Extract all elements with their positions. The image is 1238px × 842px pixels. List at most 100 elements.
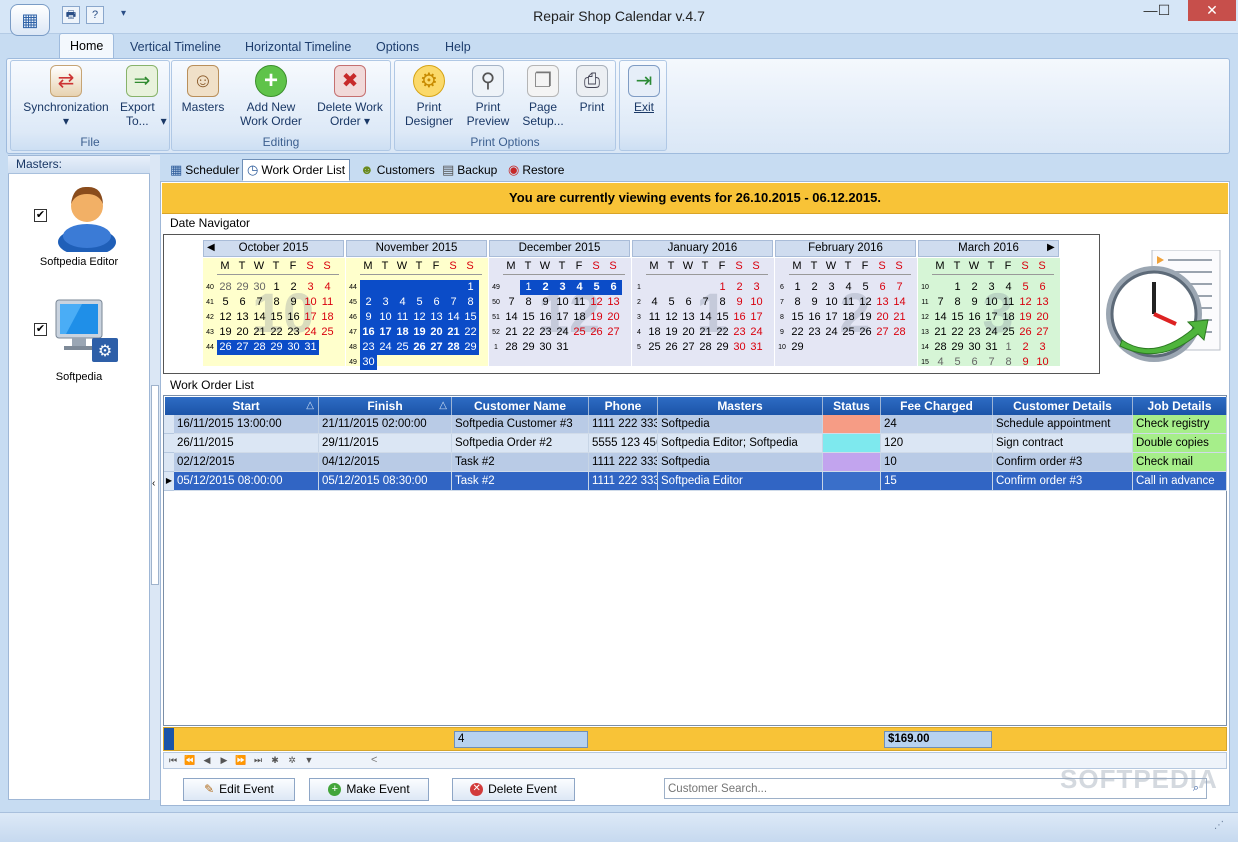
calendar-day[interactable] [411,280,428,295]
calendar-day[interactable]: 27 [605,325,622,340]
calendar-day[interactable]: 2 [1017,340,1034,355]
calendar-day[interactable]: 29 [714,340,731,355]
calendar-day[interactable]: 4 [319,280,336,295]
cell-masters[interactable]: Softpedia Editor [658,472,823,490]
calendar-day[interactable]: 3 [377,295,394,310]
calendar-day[interactable]: 11 [319,295,336,310]
calendar-day[interactable]: 31 [748,340,765,355]
cell-phone[interactable]: 1111 222 333 [589,472,658,490]
cell-job[interactable]: Check registry [1133,415,1227,433]
calendar-day[interactable]: 3 [823,280,840,295]
week-number[interactable]: 1 [489,340,503,355]
calendar-day[interactable] [428,280,445,295]
add-work-order-button[interactable]: + Add New Work Order [234,65,308,128]
calendar-day[interactable]: 8 [714,295,731,310]
calendar-day[interactable]: 30 [251,280,268,295]
cell-fee[interactable]: 10 [881,453,993,471]
calendar-day[interactable]: 5 [217,295,234,310]
table-row[interactable]: 02/12/2015 04/12/2015 Task #2 1111 222 333 S… [174,453,1227,472]
calendar-day[interactable]: 6 [1034,280,1051,295]
calendar-day[interactable]: 15 [714,310,731,325]
calendar-day[interactable]: 4 [646,295,663,310]
calendar-day[interactable]: 1 [268,280,285,295]
cell-job[interactable]: Check mail [1133,453,1227,471]
calendar-day[interactable]: 14 [891,295,908,310]
cell-cust-details[interactable]: Confirm order #3 [993,453,1133,471]
week-number[interactable]: 49 [489,280,503,295]
quick-print-icon[interactable]: 🖶 [62,6,80,24]
calendar-day[interactable]: 3 [748,280,765,295]
column-header-cust-details[interactable]: Customer Details [993,397,1133,415]
cell-masters[interactable]: Softpedia [658,453,823,471]
calendar-day[interactable]: 15 [268,310,285,325]
calendar-day[interactable]: 18 [394,325,411,340]
calendar-day[interactable]: 15 [520,310,537,325]
calendar-day[interactable]: 1 [462,280,479,295]
calendar-day[interactable]: 25 [646,340,663,355]
calendar-day[interactable]: 21 [697,325,714,340]
calendar-day[interactable]: 18 [646,325,663,340]
masters-button[interactable]: ☺ Masters [176,65,230,114]
calendar-day[interactable]: 28 [445,340,462,355]
calendar-day[interactable]: 19 [857,310,874,325]
calendar-day[interactable]: 16 [731,310,748,325]
status-color-cell[interactable] [823,415,881,433]
calendar-day[interactable]: 21 [891,310,908,325]
delete-work-order-button[interactable]: ✖ Delete Work Order ▾ [312,65,388,128]
calendar-day[interactable]: 13 [605,295,622,310]
calendar-day[interactable]: 8 [1000,355,1017,370]
cell-job[interactable]: Double copies [1133,434,1227,452]
export-button[interactable]: ⇒ Export To... ▾ [117,65,167,128]
calendar-day[interactable]: 11 [840,295,857,310]
calendar-day[interactable]: 3 [302,280,319,295]
calendar-day[interactable] [394,280,411,295]
quick-help-icon[interactable]: ? [86,6,104,24]
row-selector[interactable]: ▶ [164,472,174,491]
calendar-day[interactable]: 27 [680,340,697,355]
calendar-day[interactable]: 30 [966,340,983,355]
week-number[interactable]: 8 [775,310,789,325]
calendar-day[interactable]: 19 [1017,310,1034,325]
calendar-day[interactable]: 4 [394,295,411,310]
calendar-day[interactable]: 11 [394,310,411,325]
calendar-day[interactable]: 29 [268,340,285,355]
calendar-next-arrow[interactable]: ▶ [1047,242,1055,253]
calendar-day[interactable]: 28 [891,325,908,340]
nav-last-record-icon[interactable]: ⏭ [252,754,264,767]
nav-first-record-icon[interactable]: ⏮ [167,754,179,767]
calendar-day[interactable]: 28 [697,340,714,355]
calendar-day[interactable]: 30 [360,355,377,370]
column-header-customer[interactable]: Customer Name [452,397,589,415]
calendar-day[interactable]: 20 [1034,310,1051,325]
cell-customer[interactable]: Softpedia Order #2 [452,434,589,452]
column-header-start[interactable]: Start △ [174,397,319,415]
nav-next-record-icon[interactable]: ▶ [218,754,230,767]
make-event-button[interactable]: + Make Event [309,778,429,801]
calendar-day[interactable]: 23 [806,325,823,340]
nav-filter-icon[interactable]: ▼ [303,754,315,767]
calendar-day[interactable]: 23 [966,325,983,340]
week-number[interactable]: 46 [346,310,360,325]
calendar-day[interactable]: 2 [731,280,748,295]
week-number[interactable]: 41 [203,295,217,310]
cell-phone[interactable]: 1111 222 333 [589,415,658,433]
week-number[interactable]: 13 [918,325,932,340]
calendar-day[interactable]: 23 [285,325,302,340]
calendar-day[interactable]: 12 [217,310,234,325]
calendar-day[interactable]: 12 [1017,295,1034,310]
column-header-masters[interactable]: Masters [658,397,823,415]
calendar-day[interactable]: 3 [1034,340,1051,355]
cell-finish[interactable]: 04/12/2015 [319,453,452,471]
calendar-day[interactable]: 31 [554,340,571,355]
master-avatar-softpedia[interactable]: ⚙ [52,298,120,364]
cell-start[interactable]: 16/11/2015 13:00:00 [174,415,319,433]
calendar-day[interactable]: 9 [731,295,748,310]
calendar-day[interactable]: 27 [1034,325,1051,340]
calendar-day[interactable]: 9 [1017,355,1034,370]
calendar-day[interactable]: 14 [251,310,268,325]
calendar-day[interactable]: 16 [360,325,377,340]
calendar-day[interactable]: 5 [949,355,966,370]
table-row[interactable]: 16/11/2015 13:00:00 21/11/2015 02:00:00 So… [174,415,1227,434]
master-checkbox-softpedia[interactable]: ✔ [34,323,47,336]
calendar-day[interactable]: 28 [503,340,520,355]
